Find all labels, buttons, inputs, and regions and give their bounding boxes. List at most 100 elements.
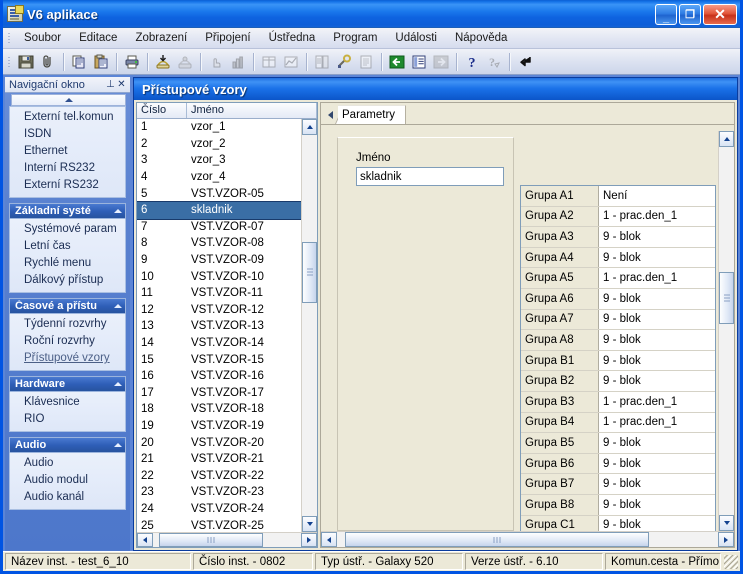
scroll-up-icon[interactable] [11, 94, 126, 106]
grid-row[interactable]: Grupa A6 9 - blok [521, 288, 715, 310]
grid-row[interactable]: Grupa A5 1 - prac.den_1 [521, 268, 715, 289]
grid-row[interactable]: Grupa A3 9 - blok [521, 227, 715, 248]
menu-soubor[interactable]: Soubor [15, 30, 70, 47]
menu-grip[interactable] [5, 30, 12, 46]
scrollbar-track[interactable] [719, 147, 734, 515]
grid-row[interactable]: Grupa B4 1 - prac.den_1 [521, 412, 715, 434]
patterns-list-vertical-scrollbar[interactable] [301, 119, 317, 532]
grid-row-value[interactable]: 9 - blok [599, 350, 715, 371]
maximize-button[interactable]: ❐ [679, 3, 701, 25]
column-header-cislo[interactable]: Číslo [137, 103, 187, 118]
grid-row-value[interactable]: 9 - blok [599, 453, 715, 474]
nav-item-audio-modul[interactable]: Audio modul [10, 472, 125, 489]
grid-row[interactable]: Grupa B7 9 - blok [521, 474, 715, 495]
grid-row-value[interactable]: 9 - blok [599, 330, 715, 350]
table-row[interactable]: 20 VST.VZOR-20 [137, 434, 301, 451]
nav-item-audio[interactable]: Audio [10, 455, 125, 472]
table-row[interactable]: 18 VST.VZOR-18 [137, 401, 301, 418]
scrollbar-up-button[interactable] [302, 119, 317, 135]
nav-item-isdn[interactable]: ISDN [10, 126, 125, 143]
table-row[interactable]: 11 VST.VZOR-11 [137, 285, 301, 302]
grid-row-value[interactable]: 9 - blok [599, 433, 715, 453]
table-row[interactable]: 13 VST.VZOR-13 [137, 318, 301, 335]
minimize-button[interactable]: _ [655, 3, 677, 25]
nav-item-systemove-param[interactable]: Systémové param [10, 221, 125, 238]
grid-row-value[interactable]: 1 - prac.den_1 [599, 412, 715, 433]
menu-editace[interactable]: Editace [70, 30, 126, 47]
scrollbar-right-button[interactable] [301, 533, 317, 547]
grid-row[interactable]: Grupa C1 9 - blok [521, 515, 715, 531]
close-icon[interactable]: ✕ [116, 79, 127, 90]
enter-icon[interactable] [514, 51, 536, 73]
print-icon[interactable] [121, 51, 143, 73]
scrollbar-thumb[interactable] [302, 241, 317, 303]
table-row[interactable]: 21 VST.VZOR-21 [137, 451, 301, 468]
nav-item-externi-rs232[interactable]: Externí RS232 [10, 177, 125, 194]
grid-row-value[interactable]: 9 - blok [599, 371, 715, 391]
nav-group-zakladni-system-header[interactable]: Základní systé [9, 203, 126, 219]
table-row[interactable]: 23 VST.VZOR-23 [137, 484, 301, 501]
scrollbar-left-button[interactable] [137, 533, 153, 547]
menu-zobrazeni[interactable]: Zobrazení [126, 30, 196, 47]
save-icon[interactable] [15, 51, 37, 73]
patterns-list-horizontal-scrollbar[interactable] [137, 532, 317, 547]
table-row[interactable]: 25 VST.VZOR-25 [137, 517, 301, 532]
nav-item-letni-cas[interactable]: Letní čas [10, 238, 125, 255]
grid-row[interactable]: Grupa B1 9 - blok [521, 350, 715, 372]
scrollbar-thumb[interactable] [719, 272, 734, 324]
table-row[interactable]: 22 VST.VZOR-22 [137, 467, 301, 484]
table-row[interactable]: 6 skladnik [137, 200, 301, 220]
nav-item-rio[interactable]: RIO [10, 411, 125, 428]
nav-group-audio-header[interactable]: Audio [9, 437, 126, 453]
menu-udalosti[interactable]: Události [386, 30, 446, 47]
back-arrow-icon[interactable] [386, 51, 408, 73]
table-row[interactable]: 17 VST.VZOR-17 [137, 385, 301, 402]
nav-item-pristupove-vzory[interactable]: Přístupové vzory [10, 350, 125, 367]
table-row[interactable]: 3 vzor_3 [137, 152, 301, 169]
table-row[interactable]: 1 vzor_1 [137, 119, 301, 136]
pin-icon[interactable]: ⊥ [105, 79, 116, 90]
table-row[interactable]: 12 VST.VZOR-12 [137, 302, 301, 319]
name-input[interactable] [356, 167, 504, 186]
resize-grip[interactable] [724, 554, 738, 569]
scrollbar-left-button[interactable] [321, 532, 337, 547]
attachment-icon[interactable] [37, 51, 59, 73]
grid-row-value[interactable]: 9 - blok [599, 494, 715, 515]
column-header-jmeno[interactable]: Jméno [187, 103, 317, 118]
grid-row[interactable]: Grupa A1 Není [521, 186, 715, 207]
paste-icon[interactable] [90, 51, 112, 73]
grid-row[interactable]: Grupa A2 1 - prac.den_1 [521, 206, 715, 228]
tab-parametry[interactable]: Parametry [335, 105, 420, 124]
table-row[interactable]: 14 VST.VZOR-14 [137, 335, 301, 352]
scrollbar-down-button[interactable] [302, 516, 317, 532]
table-row[interactable]: 10 VST.VZOR-10 [137, 268, 301, 285]
grid-row-value[interactable]: 9 - blok [599, 474, 715, 494]
table-row[interactable]: 16 VST.VZOR-16 [137, 368, 301, 385]
nav-item-externi-tel-komun[interactable]: Externí tel.komun [10, 109, 125, 126]
details-icon[interactable] [408, 51, 430, 73]
table-row[interactable]: 7 VST.VZOR-07 [137, 219, 301, 236]
grid-row-value[interactable]: 9 - blok [599, 515, 715, 531]
grid-row[interactable]: Grupa A8 9 - blok [521, 330, 715, 351]
menu-pripojeni[interactable]: Připojení [196, 30, 259, 47]
nav-item-audio-kanal[interactable]: Audio kanál [10, 489, 125, 506]
table-row[interactable]: 5 VST.VZOR-05 [137, 185, 301, 202]
nav-item-dalkovy-pristup[interactable]: Dálkový přístup [10, 272, 125, 289]
nav-group-casove-a-pristupove-header[interactable]: Časové a přístu [9, 298, 126, 314]
grid-row-value[interactable]: 9 - blok [599, 309, 715, 330]
scrollbar-thumb[interactable] [344, 532, 650, 547]
grid-row-value[interactable]: Není [599, 186, 715, 206]
grid-row[interactable]: Grupa B5 9 - blok [521, 433, 715, 454]
scrollbar-track[interactable] [337, 532, 718, 547]
nav-item-rychle-menu[interactable]: Rychlé menu [10, 255, 125, 272]
tools-icon[interactable] [333, 51, 355, 73]
copy-icon[interactable] [68, 51, 90, 73]
scrollbar-right-button[interactable] [718, 532, 734, 547]
grid-row-value[interactable]: 9 - blok [599, 227, 715, 247]
table-row[interactable]: 2 vzor_2 [137, 136, 301, 153]
grid-row-value[interactable]: 1 - prac.den_1 [599, 391, 715, 412]
nav-item-tydenni-rozvrhy[interactable]: Týdenní rozvrhy [10, 316, 125, 333]
table-row[interactable]: 8 VST.VZOR-08 [137, 235, 301, 252]
scrollbar-thumb[interactable] [158, 533, 263, 547]
nav-item-ethernet[interactable]: Ethernet [10, 143, 125, 160]
